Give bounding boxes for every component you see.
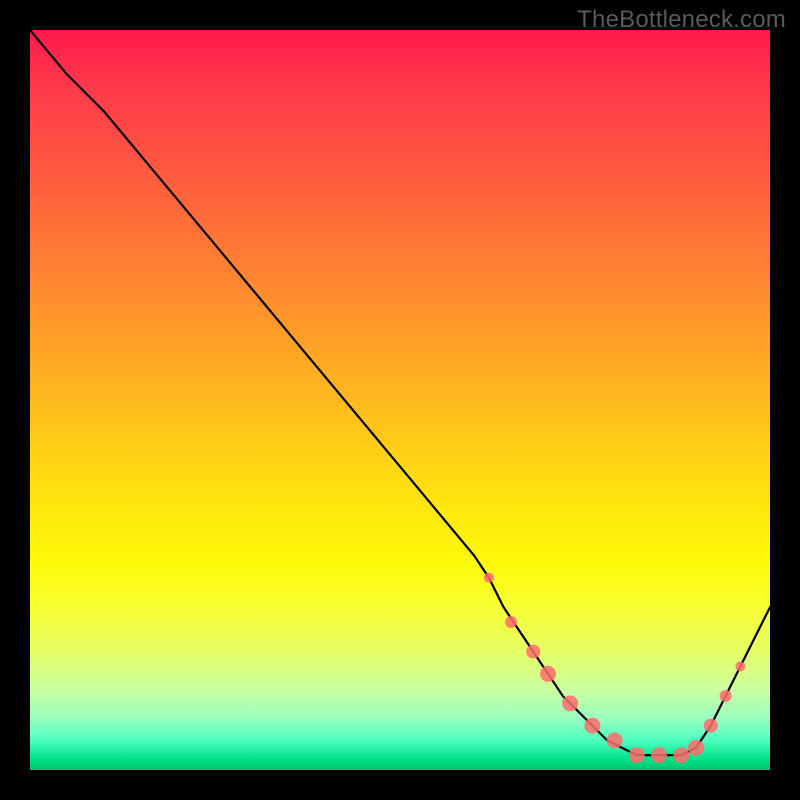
marker-dot: [607, 732, 623, 748]
marker-dot: [688, 740, 704, 756]
curve-svg: [30, 30, 770, 770]
marker-dot: [526, 645, 540, 659]
plot-area: [30, 30, 770, 770]
marker-dot: [651, 747, 667, 763]
marker-dot: [704, 719, 718, 733]
marker-dot: [540, 666, 556, 682]
marker-dot: [484, 573, 494, 583]
marker-dot: [505, 616, 517, 628]
marker-dot: [629, 747, 645, 763]
marker-dot: [720, 690, 732, 702]
marker-dot: [584, 718, 600, 734]
watermark-text: TheBottleneck.com: [577, 6, 786, 34]
marker-group: [484, 573, 746, 764]
marker-dot: [562, 695, 578, 711]
curve-path: [30, 30, 770, 755]
chart-frame: TheBottleneck.com: [0, 0, 800, 800]
marker-dot: [673, 747, 689, 763]
marker-dot: [735, 661, 745, 671]
